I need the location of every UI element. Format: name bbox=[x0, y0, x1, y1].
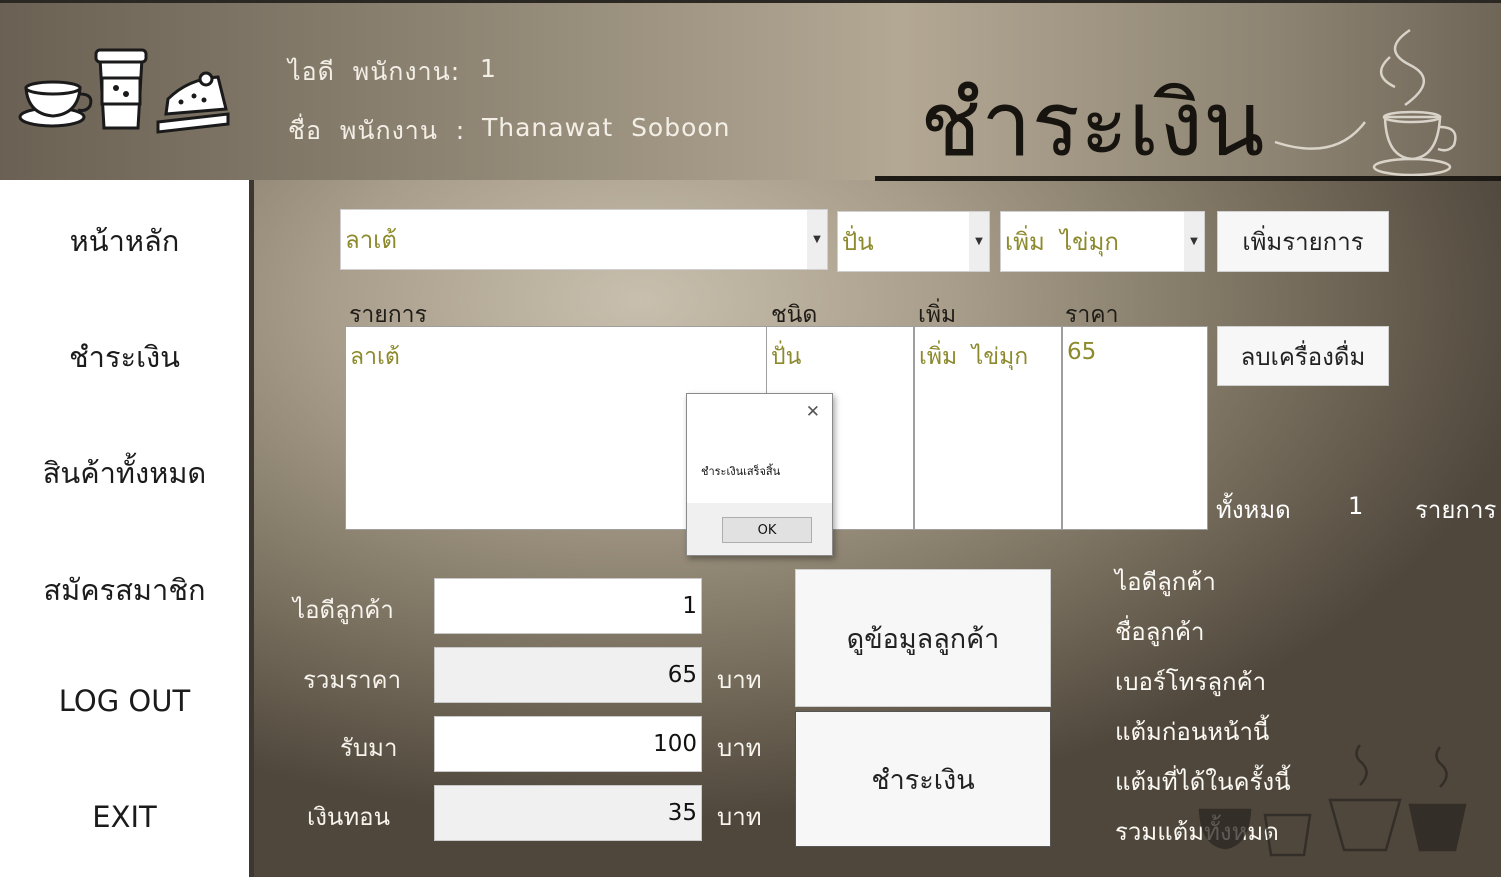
total-items-label: ทั้งหมด bbox=[1216, 496, 1291, 524]
coffee-cups-icon bbox=[1198, 744, 1467, 857]
total-items-count: 1 bbox=[1348, 492, 1364, 520]
type-select[interactable]: ปั่น ▼ bbox=[837, 211, 990, 272]
sidebar-item-register-member[interactable]: สมัครสมาชิก bbox=[0, 567, 249, 613]
page-title: ชำระเงิน bbox=[920, 72, 1265, 177]
remove-drink-button[interactable]: ลบเครื่องดื่ม bbox=[1217, 326, 1389, 386]
currency-label: บาท bbox=[717, 803, 762, 831]
customer-name-info: ชื่อลูกค้า bbox=[1115, 618, 1205, 646]
list-item[interactable]: เพิ่ม ไข่มุก bbox=[919, 339, 1028, 375]
extra-list[interactable]: เพิ่ม ไข่มุก bbox=[914, 326, 1062, 530]
window-top-border bbox=[0, 0, 1501, 3]
currency-label: บาท bbox=[717, 666, 762, 694]
employee-name-value: Thanawat Soboon bbox=[482, 113, 731, 142]
change-label: เงินทอน bbox=[307, 803, 390, 831]
chevron-down-icon[interactable]: ▼ bbox=[969, 212, 989, 271]
total-items-unit: รายการ bbox=[1415, 496, 1497, 524]
drink-select[interactable]: ลาเต้ ▼ bbox=[340, 209, 828, 270]
total-price-label: รวมราคา bbox=[303, 666, 402, 694]
currency-label: บาท bbox=[717, 734, 762, 762]
price-list[interactable]: 65 bbox=[1062, 326, 1208, 530]
pay-button[interactable]: ชำระเงิน bbox=[795, 711, 1051, 847]
title-underline bbox=[875, 176, 1501, 181]
customer-id-input[interactable]: 1 bbox=[434, 578, 702, 634]
sidebar: หน้าหลัก ชำระเงิน สินค้าทั้งหมด สมัครสมา… bbox=[0, 180, 249, 877]
total-price-field: 65 bbox=[434, 647, 702, 703]
steaming-coffee-cup-icon bbox=[1274, 28, 1457, 177]
dialog-message: ชำระเงินเสร็จสิ้น bbox=[701, 465, 781, 478]
employee-name-label: ชื่อ พนักงาน : bbox=[288, 116, 466, 145]
view-customer-button[interactable]: ดูข้อมูลลูกค้า bbox=[795, 569, 1051, 707]
sidebar-item-exit[interactable]: EXIT bbox=[0, 800, 249, 834]
change-field: 35 bbox=[434, 785, 702, 841]
employee-id-label: ไอดี พนักงาน: bbox=[288, 57, 461, 86]
employee-id-value: 1 bbox=[480, 54, 497, 83]
add-item-button[interactable]: เพิ่มรายการ bbox=[1217, 211, 1389, 272]
topping-select[interactable]: เพิ่ม ไข่มุก ▼ bbox=[1000, 211, 1205, 272]
received-label: รับมา bbox=[340, 734, 398, 762]
list-item[interactable]: ปั่น bbox=[771, 339, 801, 375]
list-item[interactable]: 65 bbox=[1067, 339, 1096, 365]
drink-select-value: ลาเต้ bbox=[345, 226, 397, 254]
customer-id-info: ไอดีลูกค้า bbox=[1115, 568, 1216, 596]
coffee-cup-latte-cake-icon bbox=[18, 48, 230, 134]
sidebar-item-home[interactable]: หน้าหลัก bbox=[0, 218, 249, 264]
sidebar-item-payment[interactable]: ชำระเงิน bbox=[0, 334, 249, 380]
customer-id-label: ไอดีลูกค้า bbox=[293, 596, 394, 624]
sidebar-divider bbox=[249, 180, 254, 877]
customer-phone-info: เบอร์โทรลูกค้า bbox=[1115, 668, 1267, 696]
chevron-down-icon[interactable]: ▼ bbox=[1184, 212, 1204, 271]
ok-button[interactable]: OK bbox=[722, 517, 812, 543]
list-item[interactable]: ลาเต้ bbox=[350, 339, 400, 375]
type-select-value: ปั่น bbox=[842, 228, 874, 256]
sidebar-item-logout[interactable]: LOG OUT bbox=[0, 684, 249, 718]
close-icon[interactable]: ✕ bbox=[806, 402, 820, 422]
payment-complete-dialog: ✕ ชำระเงินเสร็จสิ้น OK bbox=[686, 393, 833, 556]
received-input[interactable]: 100 bbox=[434, 716, 702, 772]
chevron-down-icon[interactable]: ▼ bbox=[807, 210, 827, 269]
payment-window: ไอดี พนักงาน: 1 ชื่อ พนักงาน : Thanawat … bbox=[0, 0, 1501, 877]
sidebar-item-all-products[interactable]: สินค้าทั้งหมด bbox=[0, 450, 249, 496]
topping-select-value: เพิ่ม ไข่มุก bbox=[1005, 228, 1119, 256]
